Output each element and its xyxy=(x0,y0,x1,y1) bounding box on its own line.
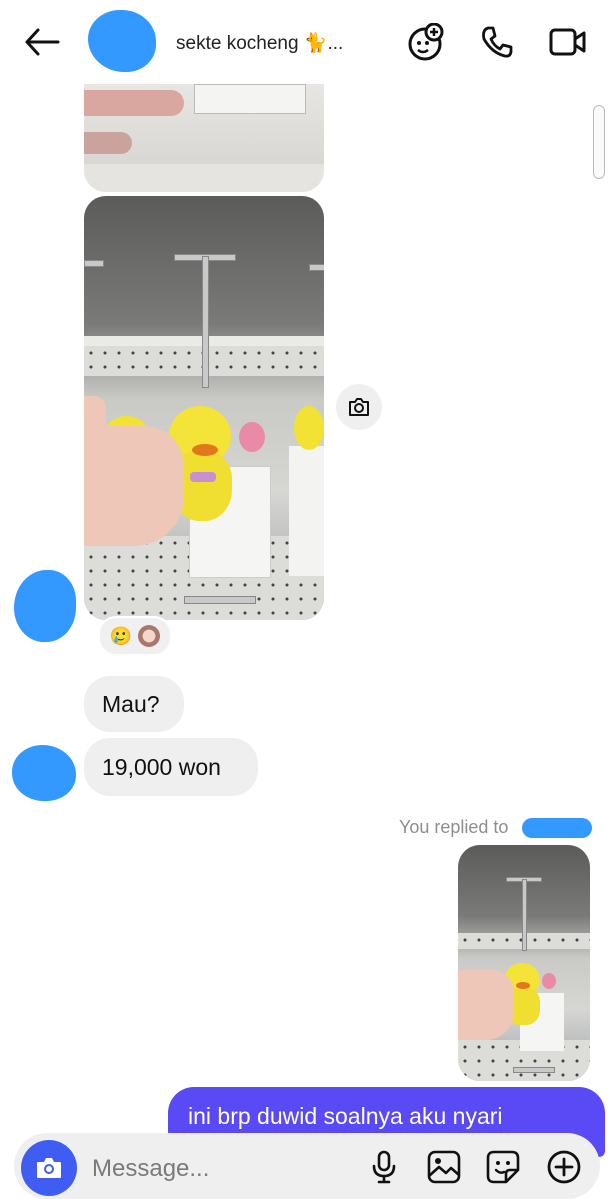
message-text: ini brp duwid soalnya aku nyari xyxy=(188,1103,503,1129)
message-bubble[interactable]: Mau? xyxy=(84,676,184,732)
back-button[interactable] xyxy=(22,22,62,62)
effects-button[interactable] xyxy=(405,22,445,62)
sticker-add-icon xyxy=(408,23,444,61)
sender-avatar[interactable] xyxy=(14,570,76,642)
gallery-icon xyxy=(427,1150,461,1184)
avatar[interactable] xyxy=(88,10,156,72)
chat-header: sekte kocheng 🐈... xyxy=(0,0,616,84)
voice-message-button[interactable] xyxy=(365,1148,403,1186)
message-bubble[interactable]: 19,000 won xyxy=(84,738,258,796)
gallery-button[interactable] xyxy=(425,1148,463,1186)
redacted-name xyxy=(522,818,592,838)
message-photo[interactable] xyxy=(84,196,324,620)
sender-avatar[interactable] xyxy=(12,745,76,801)
camera-icon xyxy=(37,1158,61,1178)
chat-title[interactable]: sekte kocheng 🐈... xyxy=(176,31,343,55)
arrow-left-icon xyxy=(25,28,60,56)
reaction-emoji: 🥲 xyxy=(109,625,133,646)
voice-call-button[interactable] xyxy=(477,22,517,62)
message-text: Mau? xyxy=(102,690,160,717)
scrollbar[interactable] xyxy=(593,105,605,179)
message-input[interactable] xyxy=(90,1152,344,1186)
message-photo[interactable] xyxy=(84,84,324,192)
camera-button[interactable] xyxy=(21,1140,77,1196)
sticker-button[interactable] xyxy=(484,1148,522,1186)
plus-circle-icon xyxy=(547,1150,581,1184)
replied-photo[interactable] xyxy=(458,845,590,1081)
message-reactions[interactable]: 🥲 xyxy=(98,616,172,656)
more-options-button[interactable] xyxy=(545,1148,583,1186)
sticker-icon xyxy=(486,1150,520,1184)
camera-icon xyxy=(349,398,369,416)
replied-label: You replied to xyxy=(399,817,509,837)
video-call-button[interactable] xyxy=(548,22,588,62)
video-camera-icon xyxy=(549,28,586,56)
reactor-avatar xyxy=(138,625,161,647)
save-photo-button[interactable] xyxy=(336,384,382,430)
message-text: 19,000 won xyxy=(102,753,221,780)
phone-icon xyxy=(482,26,513,58)
microphone-icon xyxy=(372,1150,396,1184)
